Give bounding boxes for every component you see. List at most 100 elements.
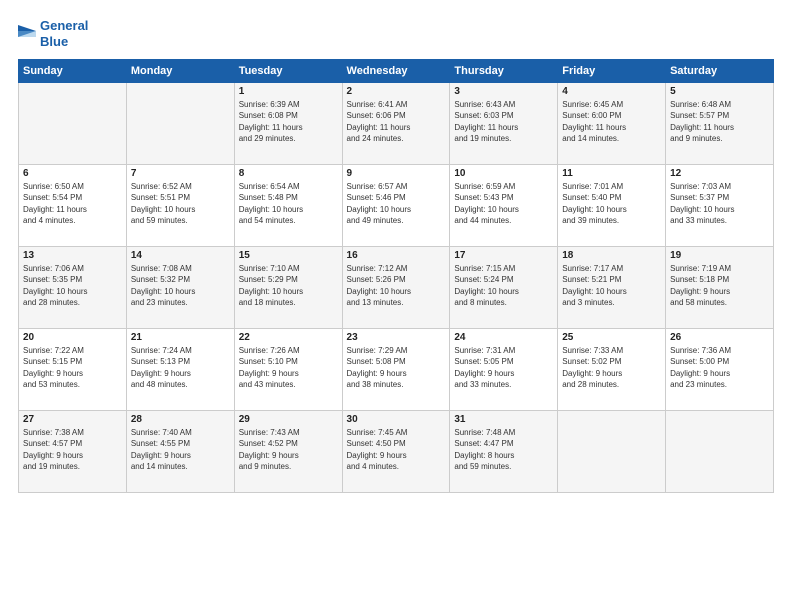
dow-header-friday: Friday [558,60,666,83]
day-detail: Sunrise: 6:54 AM Sunset: 5:48 PM Dayligh… [239,181,338,226]
calendar-cell: 18 Sunrise: 7:17 AM Sunset: 5:21 PM Dayli… [558,247,666,329]
dow-header-sunday: Sunday [19,60,127,83]
calendar-cell: 13Sunrise: 7:06 AM Sunset: 5:35 PM Dayli… [19,247,127,329]
day-detail: Sunrise: 7:31 AM Sunset: 5:05 PM Dayligh… [454,345,553,390]
calendar-cell: 8 Sunrise: 6:54 AM Sunset: 5:48 PM Daylig… [234,165,342,247]
logo-icon [18,25,36,43]
day-detail: Sunrise: 7:36 AM Sunset: 5:00 PM Dayligh… [670,345,769,390]
dow-header-thursday: Thursday [450,60,558,83]
day-number: 11 [562,168,661,179]
day-number: 12 [670,168,769,179]
day-number: 23 [347,332,446,343]
calendar-cell: 23 Sunrise: 7:29 AM Sunset: 5:08 PM Dayli… [342,329,450,411]
calendar-cell: 11Sunrise: 7:01 AM Sunset: 5:40 PM Dayli… [558,165,666,247]
page-header: GeneralBlue [18,18,774,49]
logo: GeneralBlue [18,18,88,49]
day-number: 10 [454,168,553,179]
day-detail: Sunrise: 6:50 AM Sunset: 5:54 PM Dayligh… [23,181,122,226]
day-number: 1 [239,86,338,97]
day-detail: Sunrise: 7:33 AM Sunset: 5:02 PM Dayligh… [562,345,661,390]
day-detail: Sunrise: 6:41 AM Sunset: 6:06 PM Dayligh… [347,99,446,144]
calendar-cell: 27 Sunrise: 7:38 AM Sunset: 4:57 PM Dayli… [19,411,127,493]
day-detail: Sunrise: 6:43 AM Sunset: 6:03 PM Dayligh… [454,99,553,144]
day-detail: Sunrise: 7:10 AM Sunset: 5:29 PM Dayligh… [239,263,338,308]
calendar-cell: 16 Sunrise: 7:12 AM Sunset: 5:26 PM Dayli… [342,247,450,329]
calendar-cell [666,411,774,493]
day-number: 29 [239,414,338,425]
dow-header-monday: Monday [126,60,234,83]
day-detail: Sunrise: 7:17 AM Sunset: 5:21 PM Dayligh… [562,263,661,308]
day-number: 26 [670,332,769,343]
calendar-cell: 29 Sunrise: 7:43 AM Sunset: 4:52 PM Dayli… [234,411,342,493]
dow-header-wednesday: Wednesday [342,60,450,83]
calendar-cell: 6 Sunrise: 6:50 AM Sunset: 5:54 PM Daylig… [19,165,127,247]
day-detail: Sunrise: 7:08 AM Sunset: 5:32 PM Dayligh… [131,263,230,308]
calendar-cell: 2 Sunrise: 6:41 AM Sunset: 6:06 PM Daylig… [342,83,450,165]
day-detail: Sunrise: 6:52 AM Sunset: 5:51 PM Dayligh… [131,181,230,226]
calendar-cell [126,83,234,165]
day-detail: Sunrise: 6:57 AM Sunset: 5:46 PM Dayligh… [347,181,446,226]
day-number: 14 [131,250,230,261]
calendar-cell: 14 Sunrise: 7:08 AM Sunset: 5:32 PM Dayli… [126,247,234,329]
day-number: 24 [454,332,553,343]
day-detail: Sunrise: 7:38 AM Sunset: 4:57 PM Dayligh… [23,427,122,472]
day-detail: Sunrise: 7:19 AM Sunset: 5:18 PM Dayligh… [670,263,769,308]
calendar-cell: 15 Sunrise: 7:10 AM Sunset: 5:29 PM Dayli… [234,247,342,329]
calendar-cell: 26 Sunrise: 7:36 AM Sunset: 5:00 PM Dayli… [666,329,774,411]
day-number: 27 [23,414,122,425]
calendar-cell [558,411,666,493]
calendar-cell: 21 Sunrise: 7:24 AM Sunset: 5:13 PM Dayli… [126,329,234,411]
calendar-cell: 10 Sunrise: 6:59 AM Sunset: 5:43 PM Dayli… [450,165,558,247]
calendar-cell: 1 Sunrise: 6:39 AM Sunset: 6:08 PM Daylig… [234,83,342,165]
day-number: 22 [239,332,338,343]
calendar-cell [19,83,127,165]
calendar-cell: 17 Sunrise: 7:15 AM Sunset: 5:24 PM Dayli… [450,247,558,329]
calendar-week-3: 13Sunrise: 7:06 AM Sunset: 5:35 PM Dayli… [19,247,774,329]
calendar-cell: 7Sunrise: 6:52 AM Sunset: 5:51 PM Daylig… [126,165,234,247]
day-number: 15 [239,250,338,261]
day-number: 5 [670,86,769,97]
day-number: 30 [347,414,446,425]
calendar-cell: 3Sunrise: 6:43 AM Sunset: 6:03 PM Daylig… [450,83,558,165]
calendar-cell: 25 Sunrise: 7:33 AM Sunset: 5:02 PM Dayli… [558,329,666,411]
day-detail: Sunrise: 7:40 AM Sunset: 4:55 PM Dayligh… [131,427,230,472]
calendar-cell: 9 Sunrise: 6:57 AM Sunset: 5:46 PM Daylig… [342,165,450,247]
day-detail: Sunrise: 7:43 AM Sunset: 4:52 PM Dayligh… [239,427,338,472]
day-number: 20 [23,332,122,343]
dow-header-saturday: Saturday [666,60,774,83]
day-number: 19 [670,250,769,261]
day-number: 18 [562,250,661,261]
day-number: 16 [347,250,446,261]
day-detail: Sunrise: 7:15 AM Sunset: 5:24 PM Dayligh… [454,263,553,308]
calendar-cell: 20 Sunrise: 7:22 AM Sunset: 5:15 PM Dayli… [19,329,127,411]
calendar-cell: 22 Sunrise: 7:26 AM Sunset: 5:10 PM Dayli… [234,329,342,411]
day-number: 21 [131,332,230,343]
day-number: 13 [23,250,122,261]
day-detail: Sunrise: 6:48 AM Sunset: 5:57 PM Dayligh… [670,99,769,144]
day-number: 17 [454,250,553,261]
day-number: 28 [131,414,230,425]
day-detail: Sunrise: 7:29 AM Sunset: 5:08 PM Dayligh… [347,345,446,390]
logo-text: GeneralBlue [40,18,88,49]
day-detail: Sunrise: 7:03 AM Sunset: 5:37 PM Dayligh… [670,181,769,226]
day-detail: Sunrise: 7:24 AM Sunset: 5:13 PM Dayligh… [131,345,230,390]
day-detail: Sunrise: 7:12 AM Sunset: 5:26 PM Dayligh… [347,263,446,308]
calendar-cell: 28 Sunrise: 7:40 AM Sunset: 4:55 PM Dayli… [126,411,234,493]
day-number: 2 [347,86,446,97]
day-detail: Sunrise: 7:26 AM Sunset: 5:10 PM Dayligh… [239,345,338,390]
calendar-table: SundayMondayTuesdayWednesdayThursdayFrid… [18,59,774,493]
day-number: 9 [347,168,446,179]
day-number: 25 [562,332,661,343]
calendar-week-1: 1 Sunrise: 6:39 AM Sunset: 6:08 PM Daylig… [19,83,774,165]
day-detail: Sunrise: 7:45 AM Sunset: 4:50 PM Dayligh… [347,427,446,472]
calendar-cell: 5 Sunrise: 6:48 AM Sunset: 5:57 PM Daylig… [666,83,774,165]
day-detail: Sunrise: 7:22 AM Sunset: 5:15 PM Dayligh… [23,345,122,390]
day-number: 31 [454,414,553,425]
day-detail: Sunrise: 7:48 AM Sunset: 4:47 PM Dayligh… [454,427,553,472]
dow-header-tuesday: Tuesday [234,60,342,83]
day-number: 8 [239,168,338,179]
day-number: 6 [23,168,122,179]
day-detail: Sunrise: 6:39 AM Sunset: 6:08 PM Dayligh… [239,99,338,144]
header-row: SundayMondayTuesdayWednesdayThursdayFrid… [19,60,774,83]
day-detail: Sunrise: 6:59 AM Sunset: 5:43 PM Dayligh… [454,181,553,226]
